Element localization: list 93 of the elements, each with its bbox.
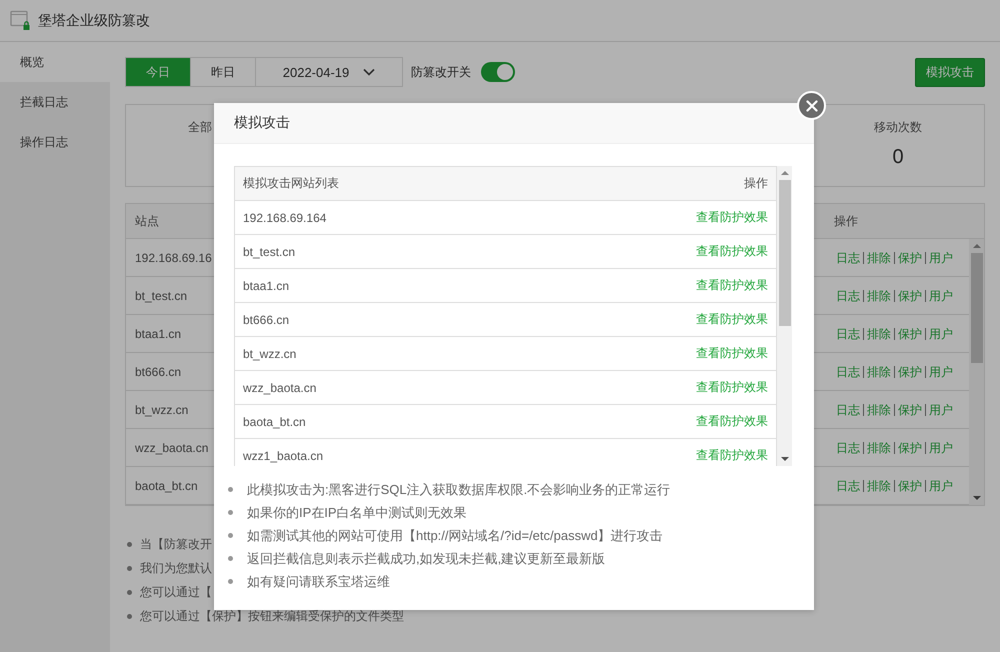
bullet-icon <box>127 590 132 594</box>
column-header: 模拟攻击网站列表 <box>243 175 339 192</box>
note-text: 如有疑问请联系宝塔运维 <box>247 572 390 590</box>
action-link[interactable]: 排除 <box>863 328 894 340</box>
action-link[interactable]: 用户 <box>925 290 956 302</box>
note-text: 如果你的IP在IP白名单中测试则无效果 <box>247 504 467 522</box>
table-cell-text: bt_test.cn <box>134 288 188 302</box>
action-link[interactable]: 日志 <box>836 252 863 264</box>
note-text: 我们为您默认 <box>140 560 212 576</box>
action-link[interactable]: 排除 <box>863 290 894 302</box>
note-text: 您可以通过【 <box>140 584 212 600</box>
day-tab[interactable]: 昨日 <box>191 58 256 86</box>
view-effect-link[interactable]: 查看防护效果 <box>696 277 768 294</box>
chevron-down-icon <box>363 68 376 76</box>
table-cell: bt_wzz.cn <box>243 346 296 360</box>
table-cell: bt_test.cn <box>243 244 296 258</box>
bullet-icon <box>228 556 233 561</box>
day-tab[interactable]: 今日 <box>126 58 191 86</box>
action-link[interactable]: 保护 <box>894 366 925 378</box>
table-cell-text: baota_bt.cn <box>134 478 199 492</box>
scrollbar[interactable] <box>777 166 792 466</box>
dialog-title: 模拟攻击 <box>234 114 290 132</box>
table-cell-text: bt666.cn <box>134 364 182 378</box>
bullet-icon <box>127 614 132 618</box>
action-link[interactable]: 用户 <box>925 252 956 264</box>
stat-label: 移动次数 <box>874 119 922 136</box>
scrollbar[interactable] <box>969 239 984 505</box>
action-link[interactable]: 保护 <box>894 252 925 264</box>
action-link[interactable]: 排除 <box>863 480 894 492</box>
table-cell: baota_bt.cn <box>243 414 306 428</box>
bullet-icon <box>127 542 132 546</box>
action-link[interactable]: 用户 <box>925 404 956 416</box>
bullet-icon <box>228 487 233 492</box>
bullet-icon <box>127 566 132 570</box>
action-link[interactable]: 日志 <box>836 366 863 378</box>
note-text: 此模拟攻击为:黑客进行SQL注入获取数据库权限.不会影响业务的正常运行 <box>247 480 670 498</box>
action-link[interactable]: 日志 <box>836 442 863 454</box>
view-effect-link[interactable]: 查看防护效果 <box>696 209 768 226</box>
simulate-attack-button[interactable]: 模拟攻击 <box>915 58 985 86</box>
table-cell-text: wzz_baota.cn <box>134 440 210 454</box>
bullet-icon <box>228 533 233 538</box>
action-link[interactable]: 日志 <box>836 328 863 340</box>
action-link[interactable]: 排除 <box>863 252 894 264</box>
action-link[interactable]: 用户 <box>925 442 956 454</box>
table-cell: btaa1.cn <box>243 278 290 292</box>
action-link[interactable]: 日志 <box>836 480 863 492</box>
bullet-icon <box>228 579 233 584</box>
table-cell: bt666.cn <box>243 312 290 326</box>
close-icon <box>806 100 818 112</box>
switch-label: 防篡改开关 <box>411 64 471 80</box>
table-cell-text: 192.168.69.16 <box>134 250 213 264</box>
view-effect-link[interactable]: 查看防护效果 <box>696 379 768 396</box>
view-effect-link[interactable]: 查看防护效果 <box>696 345 768 362</box>
action-link[interactable]: 排除 <box>863 366 894 378</box>
view-effect-link[interactable]: 查看防护效果 <box>696 311 768 328</box>
sidebar-item[interactable]: 概览 <box>0 42 110 82</box>
column-header: 操作 <box>833 212 859 230</box>
sidebar-item[interactable]: 拦截日志 <box>0 82 110 122</box>
action-link[interactable]: 保护 <box>894 328 925 340</box>
table-cell-text: btaa1.cn <box>134 326 182 340</box>
sidebar-item[interactable]: 操作日志 <box>0 122 110 162</box>
view-effect-link[interactable]: 查看防护效果 <box>696 447 768 464</box>
table-cell: wzz_baota.cn <box>243 380 316 394</box>
view-effect-link[interactable]: 查看防护效果 <box>696 243 768 260</box>
action-link[interactable]: 保护 <box>894 290 925 302</box>
action-link[interactable]: 用户 <box>925 366 956 378</box>
action-link[interactable]: 保护 <box>894 404 925 416</box>
action-link[interactable]: 用户 <box>925 480 956 492</box>
action-link[interactable]: 排除 <box>863 404 894 416</box>
toggle-switch[interactable] <box>481 62 515 82</box>
view-effect-link[interactable]: 查看防护效果 <box>696 413 768 430</box>
table-cell: wzz1_baota.cn <box>243 448 324 462</box>
date-dropdown[interactable]: 2022-04-19 <box>256 58 402 86</box>
action-link[interactable]: 排除 <box>863 442 894 454</box>
note-text: 您可以通过【保护】按钮来编辑受保护的文件类型 <box>140 608 404 624</box>
column-header: 操作 <box>744 175 768 192</box>
action-link[interactable]: 日志 <box>836 290 863 302</box>
bullet-icon <box>228 510 233 515</box>
action-link[interactable]: 保护 <box>894 480 925 492</box>
action-link[interactable]: 保护 <box>894 442 925 454</box>
window-lock-icon <box>10 10 31 31</box>
note-text: 当【防篡改开 <box>140 536 212 552</box>
action-link[interactable]: 用户 <box>925 328 956 340</box>
table-cell-text: bt_wzz.cn <box>134 402 190 416</box>
close-button[interactable] <box>797 91 826 120</box>
app-title: 堡塔企业级防篡改 <box>38 12 150 30</box>
table-cell: 192.168.69.164 <box>243 210 326 224</box>
column-header: 站点 <box>134 212 160 230</box>
note-text: 返回拦截信息则表示拦截成功,如发现未拦截,建议更新至最新版 <box>247 550 606 568</box>
stat-label: 全部 <box>188 119 212 136</box>
action-link[interactable]: 日志 <box>836 404 863 416</box>
note-text: 如需测试其他的网站可使用【http://网站域名/?id=/etc/passwd】进行攻击 <box>247 526 663 544</box>
stat-value: 0 <box>892 146 904 169</box>
